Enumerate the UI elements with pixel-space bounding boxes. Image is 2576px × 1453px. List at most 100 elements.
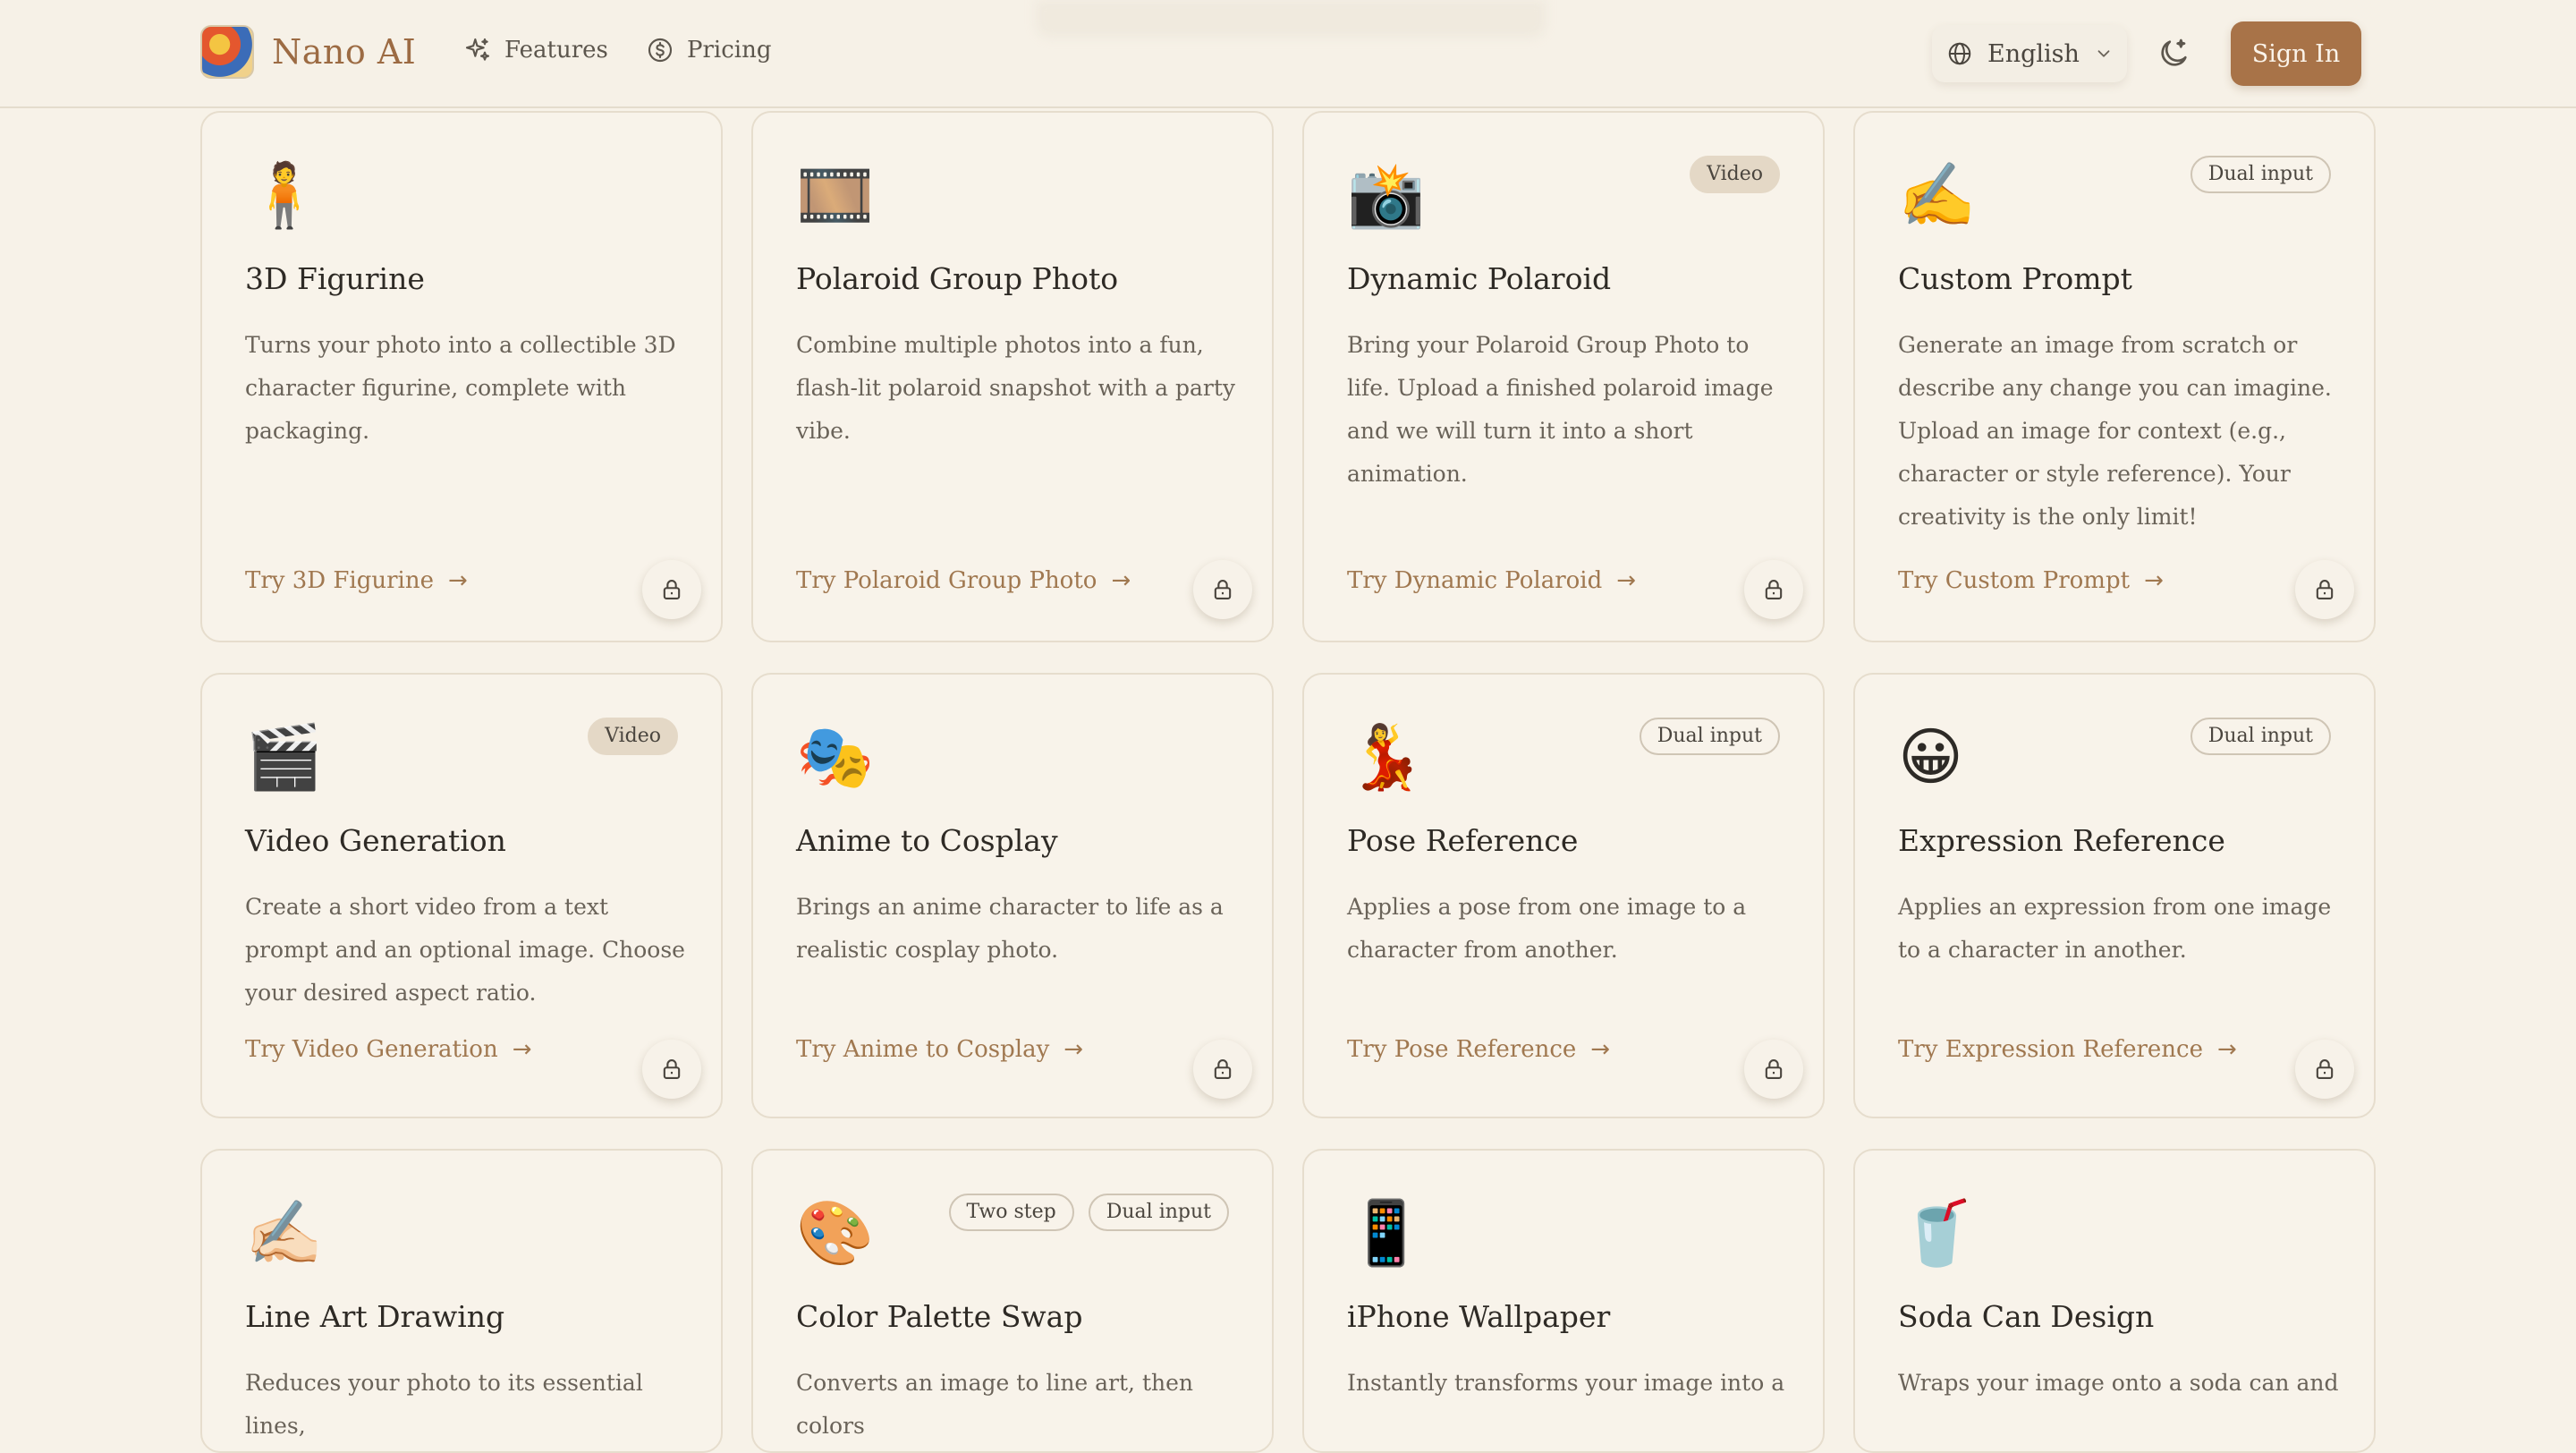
grinning-face-emoji-icon: 😀 [1898,720,1963,794]
camera-flash-emoji-icon: 📸 [1347,158,1426,232]
card-title: Soda Can Design [1898,1299,2155,1334]
card-title: Anime to Cosplay [796,823,1058,858]
try-expression-reference-link[interactable]: Try Expression Reference → [1898,1036,2237,1063]
sign-in-button[interactable]: Sign In [2231,21,2361,86]
arrow-right-icon: → [448,567,468,594]
lock-icon [1765,1059,1783,1079]
language-label: English [1987,39,2080,68]
cta-label: Try Pose Reference [1347,1036,1577,1063]
card-title: Line Art Drawing [245,1299,505,1334]
lock-button[interactable] [1193,560,1252,619]
lock-icon [1214,1059,1232,1079]
card-title: Pose Reference [1347,823,1579,858]
try-3d-figurine-link[interactable]: Try 3D Figurine → [245,567,468,594]
try-dynamic-polaroid-link[interactable]: Try Dynamic Polaroid → [1347,567,1636,594]
film-frames-emoji-icon: 🎞️ [796,158,875,232]
arrow-right-icon: → [1111,567,1131,594]
card-description: Combine multiple photos into a fun, flas… [796,332,1236,444]
chevron-down-icon [2097,50,2110,57]
cta-label: Try Dynamic Polaroid [1347,567,1603,594]
nav-pricing-label: Pricing [687,37,772,64]
lock-icon [2316,580,2334,599]
brand-name: Nano AI [272,32,417,72]
globe-icon [1948,42,1971,65]
writing-hand-emoji-icon: ✍🏻 [245,1196,324,1270]
feature-card-3d-figurine[interactable]: 🧍 3D Figurine Turns your photo into a co… [200,111,723,642]
lock-button[interactable] [2295,560,2354,619]
card-description: Converts an image to line art, then colo… [796,1370,1193,1439]
moon-sparkle-icon [2161,38,2187,66]
card-title: Dynamic Polaroid [1347,261,1612,296]
cta-label: Try Expression Reference [1898,1036,2203,1063]
nav-pricing-link[interactable]: Pricing [646,36,772,64]
dollar-circle-icon [648,38,673,63]
try-video-generation-link[interactable]: Try Video Generation → [245,1036,531,1063]
arrow-right-icon: → [1616,567,1637,594]
badge-group: Video [1690,156,1780,193]
lock-button[interactable] [1193,1040,1252,1099]
badge-group: Dual input [2190,718,2331,755]
lock-button[interactable] [642,1040,701,1099]
dual-input-badge: Dual input [2190,718,2331,755]
feature-card-polaroid-group-photo[interactable]: 🎞️ Polaroid Group Photo Combine multiple… [751,111,1274,642]
header-faded-banner [1036,0,1546,38]
feature-card-video-generation[interactable]: Video 🎬 Video Generation Create a short … [200,673,723,1118]
try-pose-reference-link[interactable]: Try Pose Reference → [1347,1036,1610,1063]
card-title: Color Palette Swap [796,1299,1083,1334]
feature-card-iphone-wallpaper[interactable]: 📱 iPhone Wallpaper Instantly transforms … [1302,1149,1825,1453]
try-polaroid-group-photo-link[interactable]: Try Polaroid Group Photo → [796,567,1131,594]
theme-toggle-button[interactable] [2150,30,2197,77]
feature-card-custom-prompt[interactable]: Dual input ✍️ Custom Prompt Generate an … [1853,111,2376,642]
top-navbar: Nano AI Features Pricing English Sign In [0,0,2576,108]
dual-input-badge: Dual input [1639,718,1780,755]
feature-card-dynamic-polaroid[interactable]: Video 📸 Dynamic Polaroid Bring your Pola… [1302,111,1825,642]
badge-group: Dual input [2190,156,2331,193]
lock-icon [663,1059,681,1079]
feature-card-expression-reference[interactable]: Dual input 😀 Expression Reference Applie… [1853,673,2376,1118]
lock-button[interactable] [1744,1040,1803,1099]
badge-group: Video [588,718,678,755]
badge-group: Dual input [1639,718,1780,755]
dual-input-badge: Dual input [2190,156,2331,193]
theater-masks-emoji-icon: 🎭 [796,720,875,794]
lock-icon [1765,580,1783,599]
arrow-right-icon: → [1063,1036,1084,1063]
figurine-emoji-icon: 🧍 [245,158,324,232]
card-description: Create a short video from a text prompt … [245,894,685,1006]
feature-card-soda-can-design[interactable]: 🥤 Soda Can Design Wraps your image onto … [1853,1149,2376,1453]
brand-home-link[interactable]: Nano AI [200,25,416,79]
nav-features-label: Features [504,37,608,64]
card-title: Expression Reference [1898,823,2225,858]
lock-icon [1214,580,1232,599]
dual-input-badge: Dual input [1088,1194,1229,1231]
feature-card-line-art-drawing[interactable]: ✍🏻 Line Art Drawing Reduces your photo t… [200,1149,723,1453]
card-description: Turns your photo into a collectible 3D c… [245,332,676,444]
try-custom-prompt-link[interactable]: Try Custom Prompt → [1898,567,2164,594]
arrow-right-icon: → [512,1036,532,1063]
lock-button[interactable] [642,560,701,619]
arrow-right-icon: → [2216,1036,2237,1063]
card-title: Video Generation [245,823,506,858]
arrow-right-icon: → [2144,567,2164,594]
arrow-right-icon: → [1590,1036,1611,1063]
nav-features-link[interactable]: Features [463,36,608,64]
lock-button[interactable] [2295,1040,2354,1099]
card-description: Reduces your photo to its essential line… [245,1370,643,1439]
video-badge: Video [588,718,678,755]
cta-label: Try Video Generation [245,1036,498,1063]
feature-card-pose-reference[interactable]: Dual input 💃 Pose Reference Applies a po… [1302,673,1825,1118]
cta-label: Try 3D Figurine [245,567,434,594]
feature-card-anime-to-cosplay[interactable]: 🎭 Anime to Cosplay Brings an anime chara… [751,673,1274,1118]
cta-label: Try Anime to Cosplay [796,1036,1050,1063]
feature-card-color-palette-swap[interactable]: Two step Dual input 🎨 Color Palette Swap… [751,1149,1274,1453]
clapper-board-emoji-icon: 🎬 [245,720,324,794]
card-description: Generate an image from scratch or descri… [1898,332,2332,530]
try-anime-to-cosplay-link[interactable]: Try Anime to Cosplay → [796,1036,1083,1063]
lock-button[interactable] [1744,560,1803,619]
two-step-badge: Two step [948,1194,1074,1231]
card-title: iPhone Wallpaper [1347,1299,1611,1334]
video-badge: Video [1690,156,1780,193]
language-selector[interactable]: English [1932,25,2127,82]
sparkles-icon [465,38,490,61]
nano-ai-logo-icon [200,25,254,79]
